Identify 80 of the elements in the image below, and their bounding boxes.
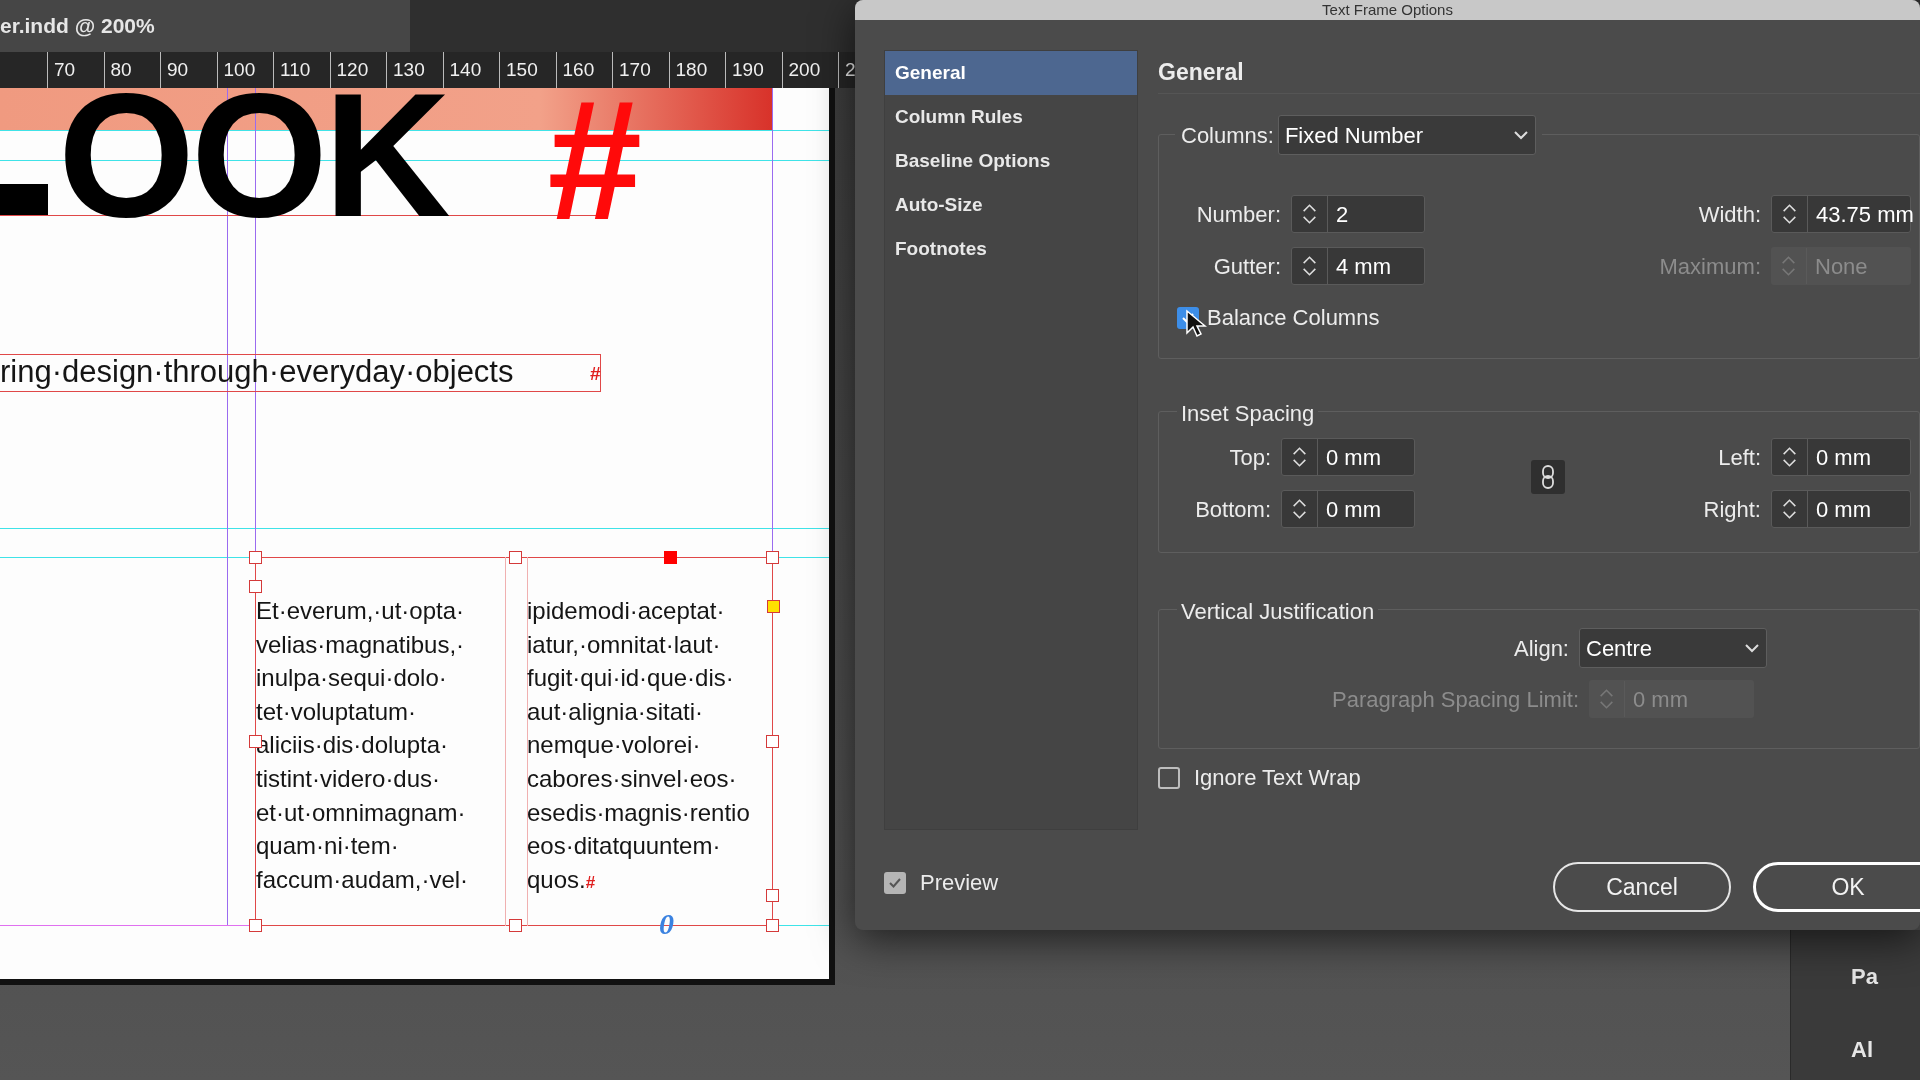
frame-handle[interactable] [766,735,779,748]
number-field[interactable]: 0 mm [1771,490,1911,528]
field-value: None [1814,252,1868,281]
dialog-button[interactable]: Cancel [1553,862,1731,912]
body-text-line: eos·ditatquuntem· [527,831,722,862]
section-item[interactable]: Baseline Options [885,139,1137,183]
letter-fragment [0,184,48,216]
frame-handle[interactable] [249,580,262,593]
field-label: Width: [1697,200,1762,229]
dropdown[interactable]: Fixed Number [1277,115,1536,155]
frame-handle[interactable] [509,919,522,932]
body-text-line: tistint·videro·dus· [256,763,442,794]
dropdown[interactable]: Centre [1579,628,1767,668]
frame-handle[interactable] [249,551,262,564]
section-item[interactable]: General [885,51,1137,95]
checkbox-label: Balance Columns [1207,304,1380,332]
body-text-line: cabores·sinvel·eos· [527,763,738,794]
field-value: 0 mm [1325,495,1381,524]
body-text-line: nemque·volorei· [527,730,702,761]
body-text-line: iatur,·omnitat·laut· [527,629,722,660]
field-value: 0 mm [1632,685,1688,714]
frame-handle[interactable] [766,919,779,932]
field-value: 0 mm [1325,443,1381,472]
frame-handle[interactable] [509,551,522,564]
panel-label[interactable]: Al [1851,1033,1920,1066]
link-button[interactable] [1531,460,1565,494]
field-value: 2 [1335,200,1349,229]
body-text-line: esedis·magnis·rentio [527,797,750,828]
body-text-line: aliciis·dis·dolupta· [256,730,450,761]
checkbox-label: Preview [920,869,999,897]
dialog-title: Text Frame Options [1322,0,1453,19]
section-heading: General [1158,50,1920,94]
dialog-button[interactable]: OK [1753,862,1920,912]
section-item[interactable]: Auto-Size [885,183,1137,227]
number-field[interactable]: 0 mm [1281,490,1415,528]
checkbox[interactable] [1158,766,1180,789]
field-label: Top: [1228,443,1272,472]
body-text-line: ipidemodi·aceptat· [527,596,726,626]
field-label: Left: [1717,443,1762,472]
body-text-line: et·ut·omnimagnam· [256,797,467,828]
section-item[interactable]: Footnotes [885,227,1137,271]
field-label: Paragraph Spacing Limit: [1330,685,1580,714]
body-text-line: quam·ni·tem· [256,831,400,862]
field-value: 43.75 mm [1815,200,1914,229]
body-text-line: quos.# [527,864,597,895]
number-field[interactable]: 0 mm [1281,438,1415,476]
chevron-down-icon [1744,643,1760,653]
frame-handle[interactable] [766,551,779,564]
field-label: Right: [1702,495,1762,524]
frame-handle[interactable] [766,889,779,902]
frame-handle[interactable] [767,600,780,613]
body-text-line: faccum·audam,·vel· [256,864,469,895]
frame-handle[interactable] [664,551,677,564]
chevron-down-icon [1512,130,1529,140]
field-label: Bottom: [1194,495,1272,524]
field-label: Number: [1195,200,1282,229]
chain-link-icon [1541,465,1555,489]
field-value: 4 mm [1335,252,1391,281]
number-field[interactable]: 0 mm [1771,438,1911,476]
frame-handle[interactable] [249,919,262,932]
number-field[interactable]: 43.75 mm [1771,195,1911,233]
checkbox[interactable] [884,871,906,894]
body-text-line: Et·everum,·ut·opta· [256,596,466,626]
field-value: 0 mm [1815,443,1871,472]
body-text-line: aut·alignia·sitati· [527,696,705,727]
field-label: Maximum: [1658,252,1762,281]
checkbox-label: Ignore Text Wrap [1194,764,1361,792]
body-text-line: velias·magnatibus,· [256,629,466,660]
body-text-line: tet·voluptatum· [256,696,418,727]
number-field[interactable]: 2 [1291,195,1425,233]
field-label: Columns: [1181,121,1275,150]
section-item[interactable]: Column Rules [885,95,1137,139]
number-field[interactable]: 4 mm [1291,247,1425,285]
field-value: 0 mm [1815,495,1871,524]
body-text-line: fugit·qui·id·que·dis· [527,663,735,694]
document-tab[interactable]: er.indd @ 200% [0,0,410,52]
field-label: Gutter: [1212,252,1282,281]
panel-label[interactable]: Pa [1851,960,1920,993]
field-label: Align: [1512,634,1570,663]
body-text-line: inulpa·sequi·dolo· [256,663,448,694]
